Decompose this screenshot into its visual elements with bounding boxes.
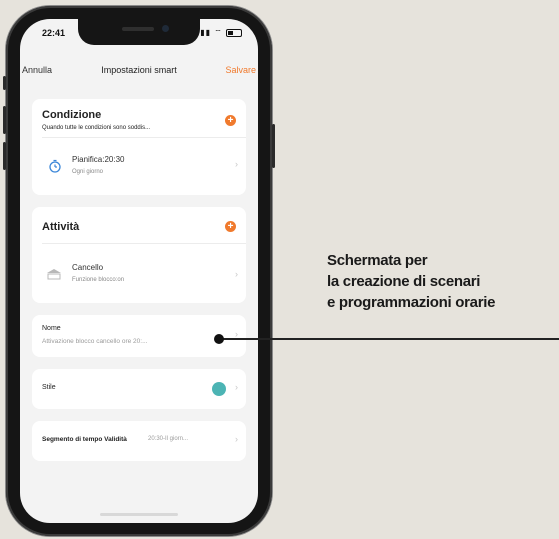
phone-screen: 22:41 ▮▮ ⌔ Annulla Impostazioni smart Sa… (20, 19, 258, 523)
style-field[interactable]: Stile › (32, 369, 246, 409)
validity-value: 20:30-Il giorn... (148, 436, 189, 442)
page-title: Impostazioni smart (101, 65, 177, 75)
gate-row[interactable]: Cancello Funzione blocco:on › (32, 245, 246, 299)
volume-up-button (3, 106, 6, 134)
style-label: Stile (42, 384, 56, 391)
save-button[interactable]: Salvare (225, 65, 256, 75)
battery-icon (226, 28, 242, 37)
chevron-right-icon: › (235, 159, 238, 169)
status-icons: ▮▮ ⌔ (200, 28, 242, 38)
speaker (122, 27, 154, 31)
volume-down-button (3, 142, 6, 170)
gate-subtitle: Funzione blocco:on (72, 277, 125, 283)
leader-dot (214, 334, 224, 344)
gate-icon (47, 269, 61, 280)
style-color-swatch (212, 382, 226, 396)
validity-label: Segmento di tempo Validità (42, 436, 127, 443)
front-camera (162, 25, 169, 32)
home-indicator (100, 513, 178, 516)
condition-title: Condizione (42, 109, 102, 121)
schedule-row[interactable]: Pianifica:20:30 Ogni giorno › (32, 139, 246, 191)
signal-icon: ▮▮ (200, 28, 211, 37)
caption: Schermata per la creazione di scenari e … (327, 250, 495, 313)
condition-subtitle[interactable]: Quando tutte le condizioni sono soddis..… (42, 125, 150, 131)
phone-frame: 22:41 ▮▮ ⌔ Annulla Impostazioni smart Sa… (3, 6, 275, 536)
notch (78, 19, 200, 45)
chevron-right-icon: › (235, 434, 238, 444)
chevron-right-icon: › (235, 382, 238, 392)
navigation-bar: Annulla Impostazioni smart Salvare (20, 59, 258, 81)
gate-title: Cancello (72, 263, 104, 272)
condition-card: Condizione Quando tutte le condizioni so… (32, 99, 246, 195)
schedule-title: Pianifica:20:30 (72, 155, 125, 164)
validity-field[interactable]: Segmento di tempo Validità 20:30-Il gior… (32, 421, 246, 461)
status-time: 22:41 (42, 28, 66, 38)
leader-line (218, 338, 559, 340)
clock-icon (49, 159, 61, 173)
chevron-right-icon: › (235, 269, 238, 279)
caption-line-2: la creazione di scenari (327, 273, 481, 290)
activity-title: Attività (42, 221, 80, 233)
name-value: Attivazione blocco cancello ore 20:... (42, 338, 148, 345)
name-label: Nome (42, 325, 61, 332)
caption-line-1: Schermata per (327, 252, 428, 269)
mute-switch (3, 76, 6, 90)
divider (42, 243, 246, 244)
power-button (272, 124, 275, 168)
add-condition-button[interactable]: + (225, 115, 236, 126)
add-activity-button[interactable]: + (225, 221, 236, 232)
schedule-subtitle: Ogni giorno (72, 169, 104, 175)
caption-line-3: e programmazioni orarie (327, 294, 496, 311)
divider (42, 137, 246, 138)
activity-card: Attività + Cancello Funzione blocco:on › (32, 207, 246, 303)
wifi-icon: ⌔ (214, 28, 223, 37)
